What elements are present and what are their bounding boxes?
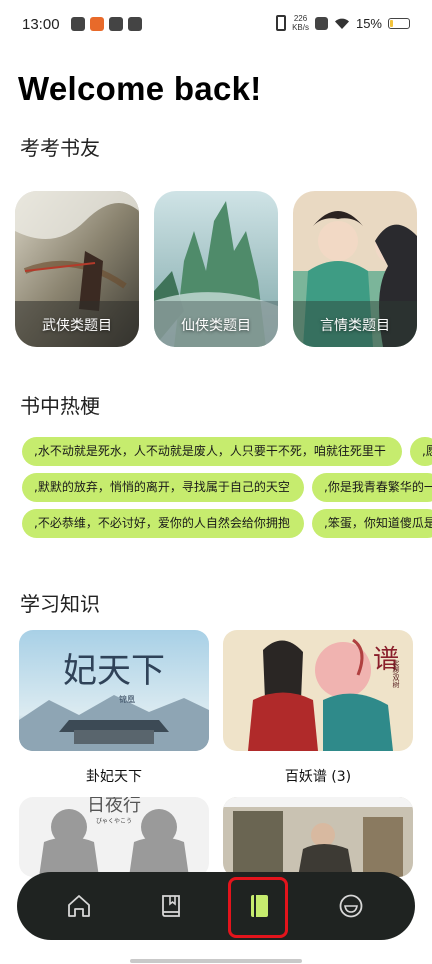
quiz-card-label: 言情类题目	[320, 318, 390, 334]
quiz-card-romance[interactable]: 言情类题目	[293, 191, 417, 347]
battery-percent: 15%	[355, 15, 382, 31]
hot-phrase-chip[interactable]: ,默默的放弃，悄悄的离开，寻找属于自己的天空	[22, 473, 304, 502]
status-time: 13:00	[22, 16, 60, 33]
book-title[interactable]: 卦妃天下	[19, 766, 209, 786]
guafei-cover-author: 锦凰	[119, 694, 135, 704]
battery-icon	[388, 17, 410, 29]
hot-phrase-chip[interactable]: ,愿	[410, 437, 432, 466]
painting-cover-image	[223, 797, 413, 877]
bottom-nav	[17, 872, 415, 940]
wifi-icon	[334, 18, 349, 29]
byakuyakou-cover-image: 日夜行 びゃくやこう	[19, 797, 209, 877]
mail-icon	[109, 17, 123, 31]
study-section-title: 学习知识	[20, 592, 100, 616]
hot-phrase-chip[interactable]: ,笨蛋，你知道傻瓜是	[312, 509, 432, 538]
home-indicator[interactable]	[130, 959, 302, 963]
battery-level	[390, 19, 393, 27]
quiz-card-wuxia[interactable]: 武侠类题目	[15, 191, 139, 347]
nav-home[interactable]	[61, 888, 97, 924]
book-cover-baiyaopu[interactable]: 谱 裟椤双树	[223, 630, 413, 751]
active-nav-highlight	[228, 877, 288, 938]
weibo-icon	[71, 17, 85, 31]
baiyaopu-cover-author: 裟椤双树	[392, 659, 400, 689]
guafei-cover-text: 妃天下	[63, 651, 165, 691]
quiz-card-xianxia[interactable]: 仙侠类题目	[154, 191, 278, 347]
net-speed-unit: KB/s	[292, 23, 309, 32]
vibrate-icon	[276, 15, 287, 31]
status-bar: 13:00 226 KB/s 15%	[0, 0, 432, 50]
quiz-card-label: 武侠类题目	[42, 318, 112, 334]
net-speed: 226 KB/s	[292, 14, 309, 32]
bookshelf-icon	[162, 895, 180, 917]
net-speed-value: 226	[293, 14, 308, 23]
hot-phrase-chip[interactable]: ,你是我青春繁华的一	[312, 473, 432, 502]
guafei-cover-image: 妃天下 锦凰	[19, 630, 209, 751]
nav-bookshelf[interactable]	[153, 888, 189, 924]
book-cover-guafei[interactable]: 妃天下 锦凰	[19, 630, 209, 751]
page-title: Welcome back!	[18, 70, 262, 107]
notification-icons	[71, 17, 142, 31]
byakuyakou-cover-text: 日夜行	[87, 797, 141, 816]
quiz-card-label: 仙侠类题目	[181, 318, 251, 334]
sim-off-icon	[314, 16, 328, 30]
hot-section-title: 书中热梗	[20, 394, 100, 418]
taobao-icon	[90, 17, 104, 31]
book-cover-byakuyakou[interactable]: 日夜行 びゃくやこう	[19, 797, 209, 877]
home-icon	[68, 895, 90, 917]
quiz-section-title: 考考书友	[20, 136, 100, 160]
book-cover-painting[interactable]	[223, 797, 413, 877]
calendar-icon	[128, 17, 142, 31]
hot-phrase-chip[interactable]: ,不必恭维，不必讨好，爱你的人自然会给你拥抱	[22, 509, 304, 538]
hot-phrase-chip[interactable]: ,水不动就是死水，人不动就是废人，人只要干不死，咱就往死里干	[22, 437, 402, 466]
status-right: 226 KB/s 15%	[276, 14, 410, 32]
book-title[interactable]: 百妖谱 (3)	[223, 766, 413, 786]
profile-icon	[339, 894, 363, 918]
byakuyakou-cover-author: びゃくやこう	[96, 817, 132, 825]
baiyaopu-cover-image: 谱 裟椤双树	[223, 630, 413, 751]
nav-profile[interactable]	[333, 888, 369, 924]
